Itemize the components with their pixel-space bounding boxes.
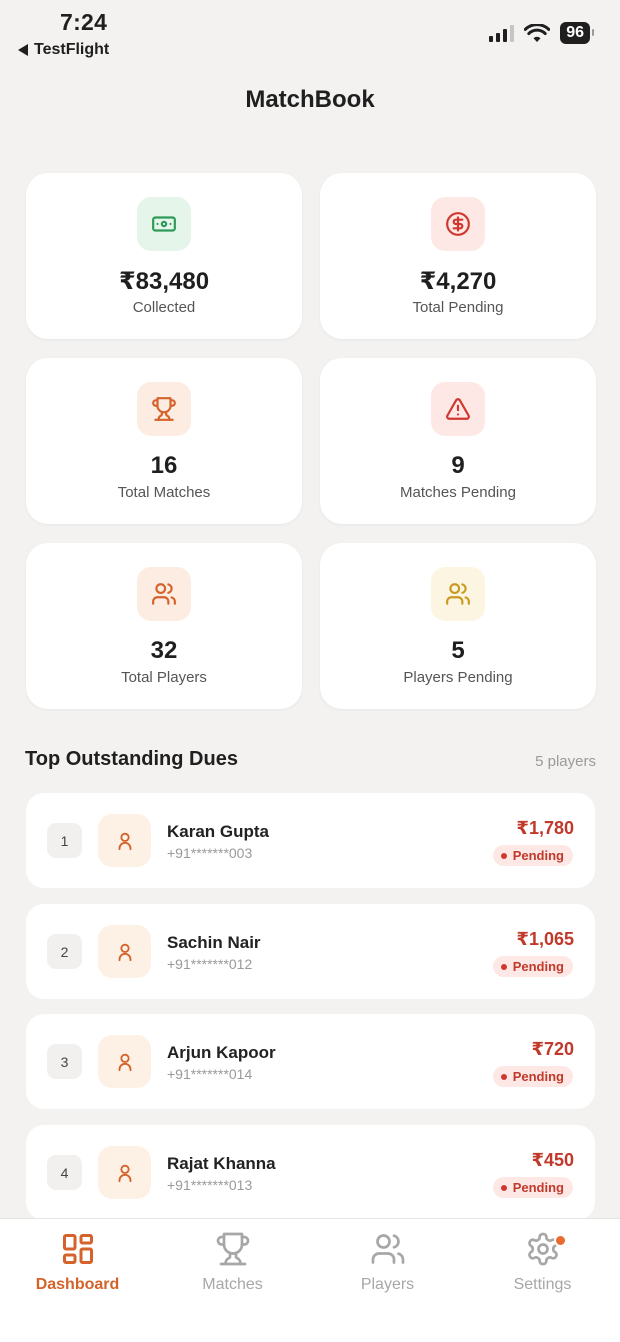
stat-value: ₹83,480	[118, 268, 210, 295]
due-amount: ₹1,780	[516, 818, 574, 838]
rank-badge: 2	[47, 934, 82, 969]
stat-value: 9	[451, 452, 465, 479]
status-badge: Pending	[492, 956, 573, 977]
user-icon	[98, 814, 151, 867]
tab-label: Matches	[202, 1276, 263, 1293]
stat-value: 16	[150, 452, 178, 479]
notification-dot	[554, 1234, 567, 1247]
stat-card-total-pending[interactable]: ₹4,270 Total Pending	[320, 173, 596, 339]
players-count: 5 players	[535, 753, 596, 770]
user-icon	[98, 925, 151, 978]
stat-value: ₹4,270	[419, 268, 497, 295]
due-amount: ₹1,065	[516, 929, 574, 949]
user-icon	[98, 1146, 151, 1199]
back-to-app-link[interactable]: TestFlight	[18, 41, 109, 59]
status-label: Pending	[512, 1069, 564, 1084]
stat-card-players-pending[interactable]: 5 Players Pending	[320, 543, 596, 709]
stat-card-collected[interactable]: ₹83,480 Collected	[26, 173, 302, 339]
list-item[interactable]: 2 Sachin Nair +91*******012 ₹1,065 Pendi…	[26, 904, 595, 999]
player-name: Karan Gupta	[167, 822, 270, 841]
list-item[interactable]: 4 Rajat Khanna +91*******013 ₹450 Pendin…	[26, 1125, 595, 1220]
tab-label: Dashboard	[35, 1276, 120, 1293]
trophy-icon	[137, 382, 191, 436]
due-amount: ₹720	[531, 1039, 574, 1059]
status-dot	[500, 852, 507, 859]
list-item[interactable]: 1 Karan Gupta +91*******003 ₹1,780 Pendi…	[26, 793, 595, 888]
player-phone: +91*******012	[167, 956, 253, 972]
user-icon	[98, 1035, 151, 1088]
status-label: Pending	[512, 1180, 564, 1195]
player-name: Sachin Nair	[167, 933, 261, 952]
grid-icon	[0, 1229, 155, 1269]
rank-badge: 3	[47, 1044, 82, 1079]
due-amount: ₹450	[531, 1150, 574, 1170]
battery-indicator: 96	[560, 22, 594, 44]
list-item[interactable]: 3 Arjun Kapoor +91*******014 ₹720 Pendin…	[26, 1014, 595, 1109]
tab-players[interactable]: Players	[310, 1229, 465, 1294]
stat-label: Collected	[132, 299, 196, 316]
stat-value: 32	[150, 637, 178, 664]
cellular-signal-icon	[489, 24, 515, 42]
rank-badge: 1	[47, 823, 82, 858]
stat-value: 5	[451, 637, 465, 664]
gear-icon	[465, 1229, 620, 1269]
stat-label: Total Pending	[412, 299, 504, 316]
status-bar: 7:24 TestFlight 96	[0, 0, 620, 70]
player-phone: +91*******014	[167, 1066, 253, 1082]
status-dot	[500, 1184, 507, 1191]
status-dot	[500, 963, 507, 970]
back-arrow-icon	[18, 44, 28, 56]
tab-settings[interactable]: Settings	[465, 1229, 620, 1294]
stat-card-total-players[interactable]: 32 Total Players	[26, 543, 302, 709]
stat-card-matches-pending[interactable]: 9 Matches Pending	[320, 358, 596, 524]
back-app-label: TestFlight	[34, 41, 110, 58]
status-label: Pending	[512, 848, 564, 863]
wifi-icon	[524, 23, 551, 42]
player-phone: +91*******013	[167, 1177, 253, 1193]
alert-triangle-icon	[431, 382, 485, 436]
player-name: Arjun Kapoor	[167, 1043, 276, 1062]
dollar-circle-icon	[431, 197, 485, 251]
status-badge: Pending	[492, 1177, 573, 1198]
tab-label: Players	[360, 1276, 415, 1293]
status-badge: Pending	[492, 845, 573, 866]
users-icon	[137, 567, 191, 621]
tab-matches[interactable]: Matches	[155, 1229, 310, 1294]
player-name: Rajat Khanna	[167, 1154, 276, 1173]
rank-badge: 4	[47, 1155, 82, 1190]
stat-label: Matches Pending	[400, 484, 516, 501]
status-label: Pending	[512, 959, 564, 974]
status-icons: 96	[489, 22, 594, 44]
section-title: Top Outstanding Dues	[25, 748, 238, 770]
banknote-icon	[137, 197, 191, 251]
status-badge: Pending	[492, 1066, 573, 1087]
status-dot	[500, 1073, 507, 1080]
clock: 7:24	[60, 9, 108, 35]
users-icon	[431, 567, 485, 621]
tab-bar: Dashboard Matches Players Settings	[0, 1218, 620, 1342]
tab-label: Settings	[513, 1276, 572, 1293]
stat-card-total-matches[interactable]: 16 Total Matches	[26, 358, 302, 524]
users-icon	[310, 1229, 465, 1269]
page-title: MatchBook	[245, 86, 375, 113]
tab-dashboard[interactable]: Dashboard	[0, 1229, 155, 1294]
stat-label: Total Matches	[117, 484, 211, 501]
stat-label: Players Pending	[403, 669, 513, 686]
trophy-icon	[155, 1229, 310, 1269]
player-phone: +91*******003	[167, 845, 253, 861]
stat-label: Total Players	[121, 669, 207, 686]
